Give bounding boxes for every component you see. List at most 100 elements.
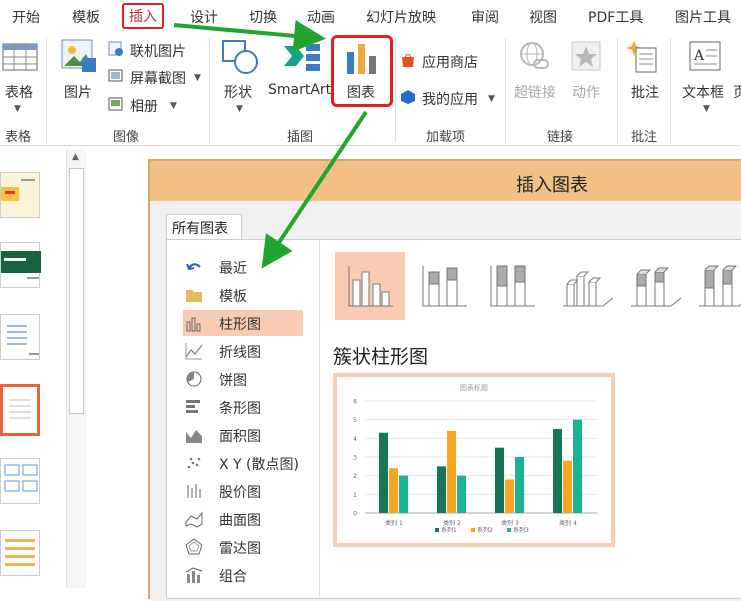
- group-label-illustration: 插图: [287, 130, 314, 145]
- shapes-icon[interactable]: [220, 38, 260, 76]
- slide-thumbnail[interactable]: [0, 314, 40, 360]
- bar-系列2-类别 2: [447, 430, 456, 513]
- legend-label: 系列3: [513, 526, 529, 534]
- picture-button[interactable]: 图片: [64, 82, 92, 102]
- category-surface[interactable]: 曲面图: [183, 506, 303, 532]
- tab-template[interactable]: 模板: [72, 7, 100, 27]
- y-tick-label: 3: [353, 455, 357, 462]
- preview-chart-svg: 图表标题 0 1 2 3 4 5 6 类别 1 类别 2 类别 3 类别 4 系列1 系列2 系列3: [353, 383, 597, 534]
- textbox-button[interactable]: 文本框: [682, 82, 724, 102]
- ribbon-tab-bar: 开始 模板 插入 设计 切换 动画 幻灯片放映 审阅 视图 PDF工具 图片工具: [0, 0, 741, 32]
- tab-design[interactable]: 设计: [190, 7, 218, 27]
- tab-picture-tools[interactable]: 图片工具: [675, 7, 731, 27]
- hyperlink-button[interactable]: 超链接: [514, 82, 556, 102]
- y-tick-label: 5: [353, 417, 357, 424]
- tab-all-charts[interactable]: 所有图表: [166, 214, 242, 240]
- group-label-addins: 加载项: [426, 130, 466, 145]
- store-icon: [400, 52, 416, 68]
- chevron-down-icon[interactable]: ▼: [236, 104, 243, 114]
- scatter-chart-icon: [185, 454, 203, 472]
- line-chart-icon: [185, 342, 203, 360]
- tab-slideshow[interactable]: 幻灯片放映: [366, 7, 436, 27]
- category-area[interactable]: 面积图: [183, 422, 303, 448]
- dialog-title: 插入图表: [516, 175, 588, 196]
- category-combo[interactable]: 组合: [183, 562, 303, 588]
- category-stock[interactable]: 股价图: [183, 478, 303, 504]
- smartart-button[interactable]: SmartArt: [268, 82, 331, 98]
- online-picture-button[interactable]: 联机图片: [130, 41, 186, 61]
- table-button[interactable]: 表格: [5, 82, 33, 102]
- category-radar[interactable]: 雷达图: [183, 534, 303, 560]
- chevron-down-icon[interactable]: ▼: [14, 104, 21, 114]
- header-footer-button[interactable]: 页: [733, 82, 741, 102]
- category-scatter[interactable]: X Y (散点图): [183, 450, 303, 476]
- category-bar[interactable]: 条形图: [183, 394, 303, 420]
- thumbnail-scrollbar[interactable]: ▲: [66, 150, 86, 588]
- tab-insert[interactable]: 插入: [122, 3, 164, 29]
- album-button[interactable]: 相册: [130, 96, 158, 116]
- x-tick-label: 类别 1: [385, 519, 403, 527]
- bar-系列3-类别 3: [515, 457, 524, 513]
- slide-thumbnail[interactable]: [0, 458, 40, 504]
- action-button[interactable]: 动作: [572, 82, 600, 102]
- category-template[interactable]: 模板: [183, 282, 303, 308]
- y-tick-label: 4: [353, 436, 357, 443]
- tab-pdf-tools[interactable]: PDF工具: [588, 7, 643, 27]
- chart-button[interactable]: 图表: [347, 82, 375, 102]
- chart-subtype-row: [335, 252, 741, 322]
- chart-preview[interactable]: 图表标题 0 1 2 3 4 5 6 类别 1 类别 2 类别 3 类别 4 系列1 系列2 系列3: [333, 373, 615, 547]
- clustered-column-option[interactable]: [335, 252, 405, 320]
- bar-系列1-类别 1: [379, 432, 388, 513]
- my-apps-button[interactable]: 我的应用: [422, 89, 478, 109]
- app-store-button[interactable]: 应用商店: [422, 52, 478, 72]
- category-pie[interactable]: 饼图: [183, 366, 303, 392]
- hyperlink-icon: [518, 40, 552, 74]
- 3d-clustered-column-option[interactable]: [555, 252, 625, 320]
- textbox-icon[interactable]: A: [688, 40, 722, 74]
- chevron-down-icon[interactable]: ▼: [170, 101, 177, 111]
- 3d-percent-stacked-column-option[interactable]: [691, 252, 741, 320]
- slide-thumbnail-selected[interactable]: [0, 384, 40, 436]
- surface-chart-icon: [185, 510, 203, 528]
- category-column[interactable]: 柱形图: [183, 310, 303, 336]
- scrollbar-thumb[interactable]: [69, 168, 84, 414]
- slide-thumbnail[interactable]: [0, 172, 40, 218]
- screenshot-icon: [108, 68, 124, 84]
- scroll-up-icon[interactable]: ▲: [72, 152, 79, 162]
- stacked-column-option[interactable]: [419, 252, 489, 320]
- pie-chart-icon: [185, 370, 203, 388]
- chevron-down-icon[interactable]: ▼: [488, 94, 495, 104]
- 3d-stacked-column-option[interactable]: [623, 252, 693, 320]
- tab-review[interactable]: 审阅: [471, 7, 499, 27]
- y-tick-label: 2: [353, 473, 357, 480]
- group-label-table: 表格: [5, 130, 32, 145]
- chevron-down-icon[interactable]: ▼: [194, 73, 201, 83]
- category-recent[interactable]: 最近: [183, 254, 303, 280]
- smartart-icon[interactable]: [282, 40, 322, 76]
- chart-icon[interactable]: [344, 42, 380, 76]
- my-apps-icon: [400, 89, 416, 105]
- slide-thumbnail[interactable]: [0, 242, 41, 288]
- comment-icon[interactable]: [626, 38, 660, 74]
- slide-thumbnail[interactable]: [0, 530, 40, 576]
- percent-stacked-column-option[interactable]: [487, 252, 557, 320]
- chevron-down-icon[interactable]: ▼: [703, 104, 710, 114]
- comment-button[interactable]: 批注: [631, 82, 659, 102]
- insert-chart-dialog: 插入图表 所有图表 最近 模板 柱形图 折线图 饼图 条形图 面积图 X Y (…: [148, 159, 741, 601]
- shapes-button[interactable]: 形状: [224, 82, 252, 102]
- y-tick-label: 6: [353, 399, 357, 406]
- category-line[interactable]: 折线图: [183, 338, 303, 364]
- table-icon[interactable]: [2, 40, 38, 72]
- tab-transition[interactable]: 切换: [249, 7, 277, 27]
- bar-系列2-类别 1: [389, 468, 398, 513]
- tab-home[interactable]: 开始: [12, 7, 40, 27]
- screenshot-button[interactable]: 屏幕截图: [130, 68, 186, 88]
- picture-icon[interactable]: [60, 38, 98, 74]
- dialog-body: 所有图表 最近 模板 柱形图 折线图 饼图 条形图 面积图 X Y (散点图) …: [150, 201, 741, 601]
- tab-view[interactable]: 视图: [529, 7, 557, 27]
- ribbon: 表格 ▼ 表格 图片 联机图片 屏幕截图 ▼ 相册 ▼ 图像 形状 ▼ Smar…: [0, 32, 741, 146]
- panel-divider: [319, 240, 320, 600]
- action-icon: [570, 40, 604, 74]
- tab-animation[interactable]: 动画: [307, 7, 335, 27]
- dialog-titlebar: 插入图表: [150, 161, 741, 201]
